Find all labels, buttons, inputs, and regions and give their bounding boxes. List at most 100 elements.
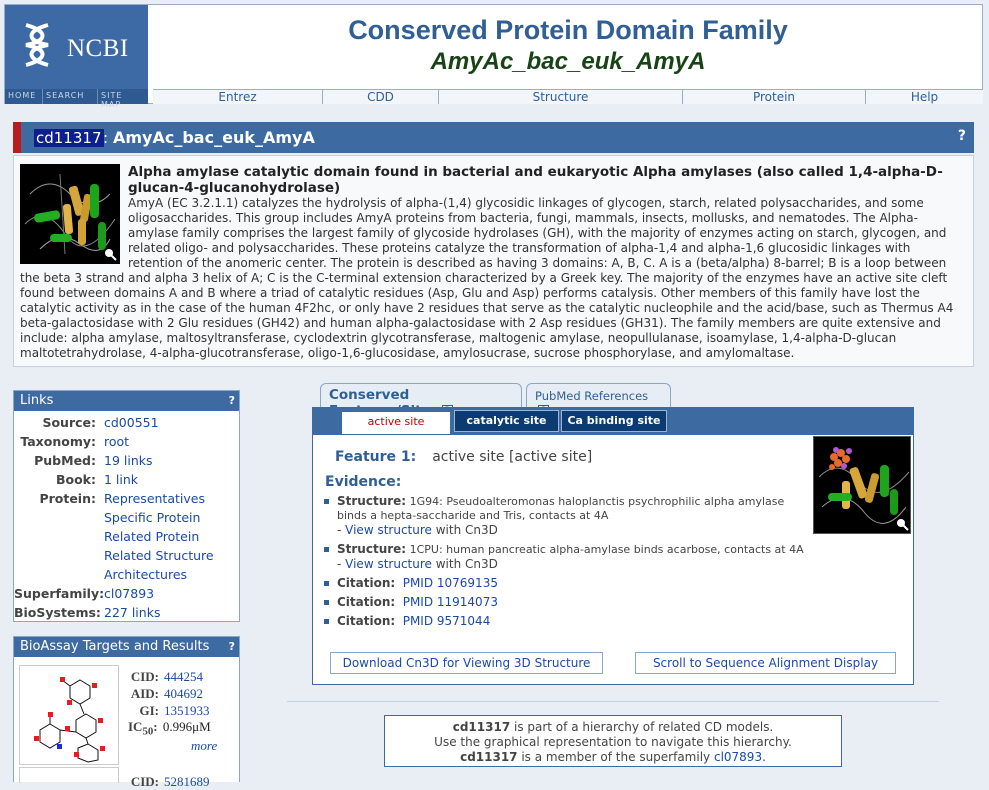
link-label	[14, 508, 104, 527]
links-panel: Links ? Source: cd00551 Taxonomy: root Pub…	[13, 390, 240, 622]
divider	[287, 701, 939, 702]
evidence-text: 1CPU: human pancreatic alpha-amylase bin…	[409, 543, 804, 556]
gi-link[interactable]: 1351933	[164, 703, 210, 718]
title-area: Conserved Protein Domain Family AmyAc_ba…	[153, 5, 983, 89]
help-icon[interactable]: ?	[229, 637, 235, 657]
evidence-suffix: with Cn3D	[431, 523, 498, 537]
link-related-structure[interactable]: Related Structure	[104, 546, 214, 565]
hierarchy-line-1: cd11317 is part of a hierarchy of relate…	[452, 720, 774, 734]
pmid-link[interactable]: PMID 9571044	[403, 614, 491, 628]
nav-help[interactable]: Help	[866, 90, 983, 104]
view-structure-link[interactable]: View structure	[345, 557, 432, 571]
link-row-architectures: Architectures	[14, 565, 239, 584]
feature-text: active site [active site]	[432, 449, 593, 465]
link-source[interactable]: cd00551	[104, 413, 159, 432]
top-nav: Entrez CDD Structure Protein Help	[153, 89, 983, 104]
logo-links: HOME SEARCH SITE MAP	[5, 89, 148, 109]
evidence-item: Citation: PMID 11914073	[324, 595, 807, 610]
link-pubmed[interactable]: 19 links	[104, 451, 153, 470]
gi-label: GI:	[139, 703, 160, 718]
link-row-source: Source: cd00551	[14, 413, 239, 432]
link-related-protein[interactable]: Related Protein	[104, 527, 199, 546]
home-link[interactable]: HOME	[5, 89, 43, 104]
description-body: AmyA (EC 3.2.1.1) catalyzes the hydrolys…	[20, 196, 954, 360]
link-row-related-protein: Related Protein	[14, 527, 239, 546]
link-row-superfamily: Superfamily: cl07893	[14, 584, 239, 603]
cid-link[interactable]: 444254	[164, 669, 203, 684]
feature-label: Feature 1:	[335, 449, 417, 465]
link-label	[14, 546, 104, 565]
link-row-protein: Protein: Representatives	[14, 489, 239, 508]
link-biosystems[interactable]: 227 links	[104, 603, 160, 622]
link-row-related-structure: Related Structure	[14, 546, 239, 565]
cid-label: CID:	[130, 774, 159, 789]
aid-link[interactable]: 404692	[164, 686, 203, 701]
pmid-link[interactable]: PMID 11914073	[403, 595, 498, 609]
evidence-item: Citation: PMID 10769135	[324, 576, 807, 591]
subtab-catalytic-site[interactable]: catalytic site	[454, 410, 559, 432]
link-row-taxonomy: Taxonomy: root	[14, 432, 239, 451]
cd-name: AmyAc_bac_euk_AmyA	[113, 128, 315, 147]
more-link[interactable]: more	[186, 738, 217, 754]
help-icon[interactable]: ?	[958, 128, 966, 144]
link-label: Source:	[42, 415, 96, 430]
hierarchy-accession: cd11317	[452, 720, 511, 734]
ncbi-logo[interactable]: NCBI	[5, 5, 148, 89]
page-header: NCBI HOME SEARCH SITE MAP Conserved Prot…	[4, 4, 983, 109]
link-label: Book:	[55, 472, 96, 487]
nav-cdd[interactable]: CDD	[323, 90, 439, 104]
link-superfamily[interactable]: cl07893	[104, 584, 154, 603]
tab-conserved-features[interactable]: Conserved Features/Sites?	[320, 383, 522, 419]
structure-thumbnail[interactable]	[20, 164, 120, 264]
link-architectures[interactable]: Architectures	[104, 565, 187, 584]
tab-pubmed-references[interactable]: PubMed References?	[526, 383, 671, 417]
site-map-link[interactable]: SITE MAP	[98, 89, 148, 109]
aid-label: AID:	[130, 686, 159, 701]
link-representatives[interactable]: Representatives	[104, 489, 205, 508]
protein-structure-icon	[814, 437, 910, 533]
nav-structure[interactable]: Structure	[439, 90, 683, 104]
link-row-book: Book: 1 link	[14, 470, 239, 489]
superfamily-link[interactable]: cl07893	[714, 750, 762, 764]
subtab-active-site[interactable]: active site	[341, 411, 451, 435]
compound-structure-image-2[interactable]	[19, 767, 119, 783]
ic50-value: 0.996μM	[162, 719, 211, 734]
link-book[interactable]: 1 link	[104, 470, 138, 489]
feature-structure-thumbnail[interactable]	[813, 436, 911, 534]
evidence-suffix: with Cn3D	[431, 557, 498, 571]
evidence-type: Structure:	[337, 494, 407, 508]
description-box: Alpha amylase catalytic domain found in …	[13, 155, 974, 367]
nav-protein[interactable]: Protein	[683, 90, 866, 104]
link-taxonomy[interactable]: root	[104, 432, 129, 451]
site-subtabs: active site catalytic site Ca binding si…	[313, 408, 913, 435]
links-panel-title: Links	[20, 393, 54, 408]
cid-label: CID:	[130, 669, 159, 684]
scroll-to-alignment-button[interactable]: Scroll to Sequence Alignment Display	[635, 652, 896, 674]
pmid-link[interactable]: PMID 10769135	[403, 576, 498, 590]
ic50-label: IC50:	[128, 719, 158, 738]
dna-helix-icon	[25, 23, 49, 67]
compound-structure-image[interactable]	[19, 665, 119, 765]
download-cn3d-button[interactable]: Download Cn3D for Viewing 3D Structure	[330, 652, 603, 674]
help-icon[interactable]: ?	[229, 391, 235, 411]
description-heading: Alpha amylase catalytic domain found in …	[128, 164, 943, 196]
evidence-item: Structure: 1CPU: human pancreatic alpha-…	[324, 542, 807, 572]
view-structure-link[interactable]: View structure	[345, 523, 432, 537]
link-row-specific-protein: Specific Protein	[14, 508, 239, 527]
link-label: Superfamily:	[14, 586, 105, 601]
hierarchy-box: cd11317 is part of a hierarchy of relate…	[384, 715, 842, 767]
bioassay-panel-header: BioAssay Targets and Results ?	[14, 637, 239, 657]
evidence-item: Structure: 1G94: Pseudoalteromonas halop…	[324, 494, 807, 538]
links-panel-header: Links ?	[14, 391, 239, 411]
evidence-type: Structure:	[337, 542, 407, 556]
evidence-label: Evidence:	[325, 474, 402, 490]
subtab-ca-binding-site[interactable]: Ca binding site	[561, 410, 667, 432]
evidence-item: Citation: PMID 9571044	[324, 614, 807, 629]
link-label	[14, 565, 104, 584]
nav-entrez[interactable]: Entrez	[153, 90, 323, 104]
protein-structure-icon	[20, 164, 120, 264]
link-specific-protein[interactable]: Specific Protein	[104, 508, 200, 527]
page-title: Conserved Protein Domain Family	[348, 15, 788, 45]
link-label: Taxonomy:	[20, 434, 96, 449]
search-link[interactable]: SEARCH	[43, 89, 98, 104]
